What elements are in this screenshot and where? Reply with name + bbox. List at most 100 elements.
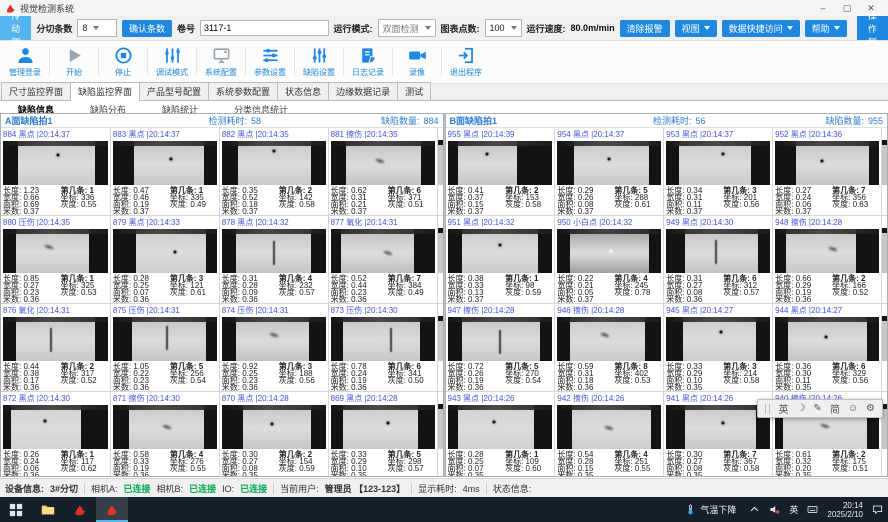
defect-cell[interactable]: 877 氧化 |20:14:31长度: 0.52宽度: 0.44面积: 0.23…	[328, 216, 437, 304]
tray-expand-icon[interactable]	[749, 504, 760, 515]
action-label: 退出程序	[450, 67, 482, 78]
defect-info: 长度: 0.58宽度: 0.33面积: 0.19米数: 0.36第几条: 4坐标…	[111, 449, 219, 477]
defect-cell[interactable]: 941 黑点 |20:14:26长度: 0.30宽度: 0.27面积: 0.08…	[663, 392, 772, 477]
help-menu-button[interactable]: 帮助	[805, 20, 847, 37]
action-user-button[interactable]: 管理登录	[2, 41, 48, 83]
chevron-down-icon	[704, 26, 710, 30]
defect-cell[interactable]: 880 压伤 |20:14:35长度: 0.85宽度: 0.27面积: 0.23…	[1, 216, 110, 304]
main-tab[interactable]: 尺寸监控界面	[1, 82, 71, 100]
main-tab[interactable]: 系统参数配置	[208, 82, 278, 100]
action-play-button[interactable]: 开始	[51, 41, 97, 83]
defect-cell[interactable]: 879 黑点 |20:14:33长度: 0.28宽度: 0.25面积: 0.07…	[110, 216, 219, 304]
main-tab[interactable]: 状态信息	[277, 82, 329, 100]
main-tab[interactable]: 测试	[397, 82, 431, 100]
defect-cell[interactable]: 945 黑点 |20:14:27长度: 0.33宽度: 0.29面积: 0.10…	[663, 304, 772, 392]
run-mode-select[interactable]: 双面检测	[378, 19, 436, 37]
weather-widget[interactable]: 气温下降	[681, 497, 740, 522]
defect-cell[interactable]: 943 黑点 |20:14:26长度: 0.28宽度: 0.25面积: 0.07…	[446, 392, 555, 477]
defect-cell[interactable]: 870 黑点 |20:14:28长度: 0.30宽度: 0.27面积: 0.08…	[219, 392, 328, 477]
minimize-button[interactable]: –	[811, 0, 835, 16]
operate-side-button[interactable]: 操作侧	[857, 16, 888, 40]
defect-cell[interactable]: 955 黑点 |20:14:39长度: 0.41宽度: 0.37面积: 0.15…	[446, 128, 555, 216]
defect-cell[interactable]: 873 压伤 |20:14:30长度: 0.78宽度: 0.24面积: 0.19…	[328, 304, 437, 392]
slit-count-select[interactable]: 8	[77, 19, 117, 37]
defect-cell[interactable]: 882 黑点 |20:14:35长度: 0.35宽度: 0.52面积: 0.18…	[219, 128, 328, 216]
defect-cell[interactable]: 872 黑点 |20:14:30长度: 0.26宽度: 0.24面积: 0.06…	[1, 392, 110, 477]
defect-mark	[162, 424, 171, 430]
main-tab[interactable]: 边缘数据记录	[328, 82, 398, 100]
main-tab[interactable]: 产品型号配置	[139, 82, 209, 100]
ime-english-mode[interactable]: 英	[778, 401, 788, 416]
taskbar-clock[interactable]: 20:14 2025/2/10	[827, 501, 863, 519]
ime-drag-handle[interactable]	[765, 404, 770, 414]
defect-cell[interactable]: 949 黑点 |20:14:30长度: 0.31宽度: 0.27面积: 0.08…	[663, 216, 772, 304]
ime-toolbar[interactable]: 英 ☽ ✎ 简 ☺ ⚙	[757, 399, 883, 418]
roll-number-input[interactable]	[200, 20, 329, 36]
volume-icon[interactable]	[769, 504, 780, 515]
defect-cell[interactable]: 869 黑点 |20:14:28长度: 0.33宽度: 0.29面积: 0.10…	[328, 392, 437, 477]
ime-pen-icon[interactable]: ✎	[813, 403, 821, 414]
defect-cell-header: 950 小白点 |20:14:32	[555, 216, 663, 228]
slit-count-label: 分切条数	[36, 22, 72, 35]
notification-center-icon[interactable]	[872, 504, 883, 515]
action-log-button[interactable]: 日志记录	[345, 41, 391, 83]
view-menu-button[interactable]: 视图	[675, 20, 717, 37]
clear-alarm-button[interactable]: 清除报警	[620, 20, 670, 37]
maximize-button[interactable]: ▢	[835, 0, 859, 16]
defect-cell[interactable]: 878 黑点 |20:14:32长度: 0.31宽度: 0.28面积: 0.09…	[219, 216, 328, 304]
taskbar-time: 20:14	[827, 501, 863, 510]
defect-meters: 米数: 0.36	[113, 384, 168, 391]
defect-cell[interactable]: 874 压伤 |20:14:31长度: 0.92宽度: 0.25面积: 0.23…	[219, 304, 328, 392]
ime-emoji-icon[interactable]: ☺	[848, 403, 858, 414]
ime-moon-icon[interactable]: ☽	[796, 403, 805, 414]
defect-cell[interactable]: 944 黑点 |20:14:27长度: 0.36宽度: 0.30面积: 0.11…	[772, 304, 881, 392]
defect-gray: 灰度: 0.55	[614, 465, 661, 472]
defect-cell[interactable]: 950 小白点 |20:14:32长度: 0.22宽度: 0.21面积: 0.0…	[554, 216, 663, 304]
defect-image	[222, 317, 326, 361]
app-icon-inspection[interactable]	[64, 497, 96, 522]
defect-cell[interactable]: 884 黑点 |20:14:37长度: 1.23宽度: 0.66面积: 0.69…	[1, 128, 110, 216]
defect-cell[interactable]: 871 擦伤 |20:14:30 长度: 0.58宽度: 0.33面积: 0.19…	[110, 392, 219, 477]
language-indicator[interactable]: 英	[789, 503, 798, 516]
main-tab[interactable]: 缺陷监控界面	[70, 82, 140, 101]
defect-mark	[44, 245, 53, 251]
defect-cell[interactable]: 946 擦伤 |20:14:28长度: 0.59宽度: 0.31面积: 0.18…	[554, 304, 663, 392]
confirm-count-button[interactable]: 确认条数	[122, 20, 172, 37]
defect-cell-header: 871 擦伤 |20:14:30	[111, 392, 219, 404]
action-params-button[interactable]: 参数设置	[247, 41, 293, 83]
defect-cell[interactable]: 947 擦伤 |20:14:28长度: 0.72宽度: 0.26面积: 0.19…	[446, 304, 555, 392]
action-debug-button[interactable]: 调试模式	[149, 41, 195, 83]
window-title: 视觉检测系统	[20, 2, 74, 15]
defect-image	[557, 229, 661, 273]
data-access-menu-button[interactable]: 数据快捷访问	[722, 20, 800, 37]
defect-cell[interactable]: 954 黑点 |20:14:37长度: 0.29宽度: 0.26面积: 0.08…	[554, 128, 663, 216]
ime-keyboard-icon[interactable]	[807, 504, 818, 515]
ime-simplified-mode[interactable]: 简	[830, 401, 840, 416]
defect-cell[interactable]: 953 黑点 |20:14:37长度: 0.34宽度: 0.31面积: 0.11…	[663, 128, 772, 216]
defect-meters: 米数: 0.37	[113, 208, 168, 215]
app-icon-inspection-active[interactable]	[96, 497, 128, 522]
defect-cell[interactable]: 942 擦伤 |20:14:26长度: 0.54宽度: 0.28面积: 0.15…	[554, 392, 663, 477]
defect-cell[interactable]: 952 黑点 |20:14:36长度: 0.27宽度: 0.24面积: 0.06…	[772, 128, 881, 216]
file-explorer-icon[interactable]	[32, 497, 64, 522]
defect-cell[interactable]: 876 氧化 |20:14:31长度: 0.44宽度: 0.38面积: 0.17…	[1, 304, 110, 392]
defect-cell[interactable]: 883 黑点 |20:14:37长度: 0.47宽度: 0.46面积: 0.19…	[110, 128, 219, 216]
action-monitor-button[interactable]: 系统配置	[198, 41, 244, 83]
chart-points-value: 100	[490, 23, 505, 33]
chart-points-select[interactable]: 100	[485, 19, 522, 37]
defect-meters: 米数: 0.35	[557, 472, 612, 477]
action-record-button[interactable]: 录像	[394, 41, 440, 83]
action-defects-button[interactable]: 缺陷设置	[296, 41, 342, 83]
start-button[interactable]	[0, 497, 32, 522]
action-stop-button[interactable]: 停止	[100, 41, 146, 83]
defect-gray: 灰度: 0.57	[723, 289, 770, 296]
defect-cell[interactable]: 948 擦伤 |20:14:28长度: 0.66宽度: 0.29面积: 0.19…	[772, 216, 881, 304]
action-label: 停止	[115, 67, 131, 78]
defect-cell[interactable]: 875 压伤 |20:14:31长度: 1.05宽度: 0.22面积: 0.23…	[110, 304, 219, 392]
drive-side-button[interactable]: 传动侧	[0, 16, 31, 40]
action-exit-button[interactable]: 退出程序	[443, 41, 489, 83]
defect-cell[interactable]: 951 黑点 |20:14:32长度: 0.38宽度: 0.33面积: 0.13…	[446, 216, 555, 304]
defect-cell[interactable]: 881 擦伤 |20:14:35长度: 0.62宽度: 0.31面积: 0.21…	[328, 128, 437, 216]
defect-meters: 米数: 0.37	[448, 296, 504, 303]
ime-settings-icon[interactable]: ⚙	[866, 403, 875, 414]
